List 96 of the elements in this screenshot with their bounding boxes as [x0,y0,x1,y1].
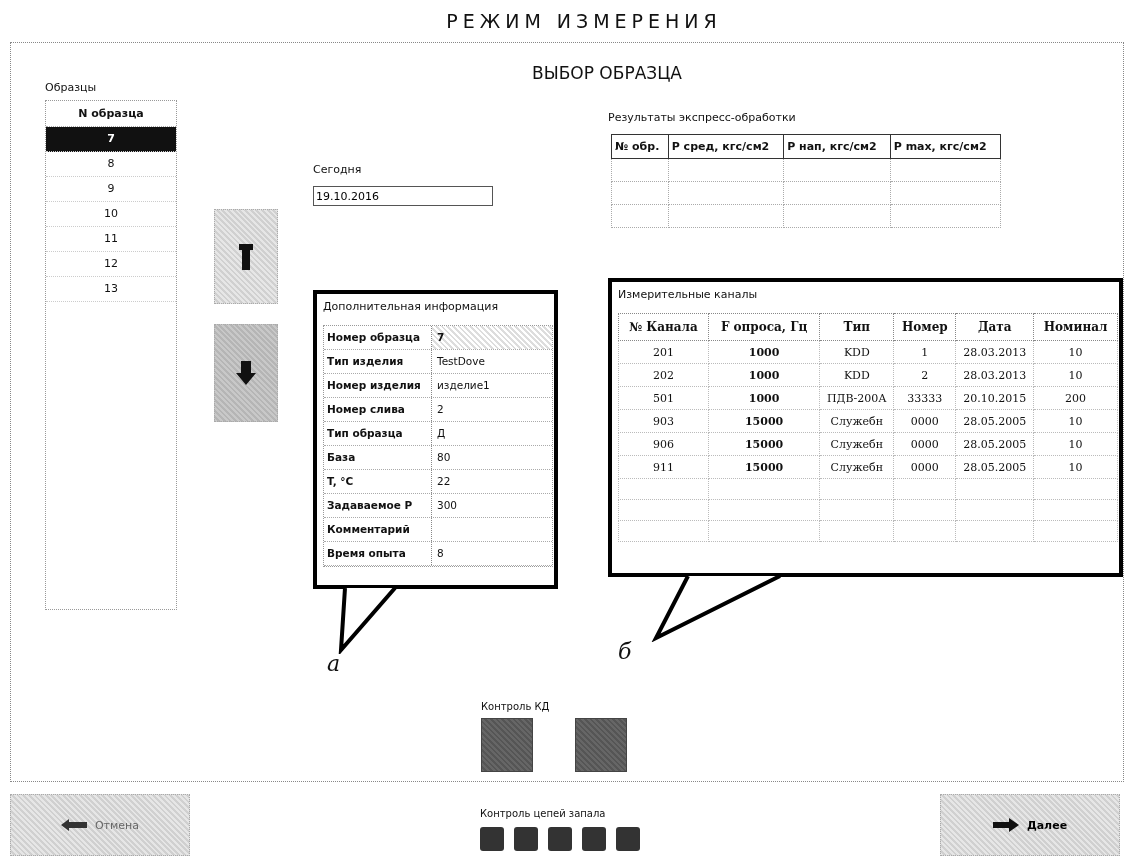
up-arrow-icon [237,241,255,272]
table-cell: Номер слива [324,398,432,421]
next-button[interactable]: Далее [940,794,1120,856]
sample-item[interactable]: 8 [46,152,176,177]
table-cell: Тип образца [324,422,432,445]
column-header: F опроса, Гц [708,313,820,341]
table-cell: Тип изделия [324,350,432,373]
table-cell: 911 [618,455,709,479]
table-cell-text: Д [436,426,447,441]
table-cell: 1000 [708,363,820,387]
column-header: № обр. [611,134,669,159]
table-cell: 1 [893,340,956,364]
table-cell: 28.05.2005 [955,409,1034,433]
table-cell-text: 80 [436,450,452,465]
sample-item[interactable]: 11 [46,227,176,252]
table-cell: 906 [618,432,709,456]
column-header: P нап, кгс/см2 [783,134,891,159]
table-cell: 10 [1033,409,1118,433]
table-cell: Время опыта [324,542,432,565]
table-cell: 10 [1033,340,1118,364]
table-cell: 10 [1033,455,1118,479]
table-cell: 2 [893,363,956,387]
column-header: Дата [955,313,1034,341]
column-header: Тип [819,313,894,341]
table-cell: 202 [618,363,709,387]
screen-title: ВЫБОР ОБРАЗЦА [531,62,683,85]
table-cell: 10 [1033,432,1118,456]
table-cell: 15000 [708,409,820,433]
table-cell: 903 [618,409,709,433]
indicator-light [616,827,640,851]
section-label: Контроль КД [481,701,551,712]
move-up-button[interactable] [214,209,278,304]
table-cell: KDD [819,363,894,387]
section-label: Контроль цепей запала [480,808,607,819]
table-cell: Служебн [819,455,894,479]
table-cell: 28.05.2005 [955,432,1034,456]
table-cell: Служебн [819,432,894,456]
column-header: P max, кгс/см2 [890,134,1001,159]
table-cell: Служебн [819,409,894,433]
table-cell: Комментарий [324,518,432,541]
indicator-light [582,827,606,851]
table-cell: База [324,446,432,469]
section-label: Результаты экспресс-обработки [608,111,797,124]
table-cell: 7 [432,326,552,349]
table-cell: 20.10.2015 [955,386,1034,410]
right-arrow-icon [992,818,1019,832]
field-label: Сегодня [313,163,363,176]
left-arrow-icon [60,819,87,831]
section-label: Дополнительная информация [323,300,500,313]
table-cell-text: 8 [436,546,445,561]
table-cell: 1000 [708,340,820,364]
indicator-light [548,827,572,851]
table-cell: 501 [618,386,709,410]
table-cell-text: изделие1 [436,378,491,393]
table-cell: Номер изделия [324,374,432,397]
date-field[interactable]: 19.10.2016 [313,186,493,206]
down-arrow-icon [235,359,257,387]
table-cell: 15000 [708,432,820,456]
sample-item[interactable]: 7 [46,127,176,152]
indicator-light [480,827,504,851]
table-cell: 200 [1033,386,1118,410]
table-cell: Задаваемое P [324,494,432,517]
table-cell: 28.03.2013 [955,363,1034,387]
table-cell: 201 [618,340,709,364]
table-cell-text: 300 [436,498,459,513]
app-title: РЕЖИМ ИЗМЕРЕНИЯ [445,9,723,34]
callout-letter: а [327,651,341,676]
table-cell: 0000 [893,455,956,479]
table-cell: 10 [1033,363,1118,387]
table-cell: 1000 [708,386,820,410]
table-cell: 33333 [893,386,956,410]
section-label: Измерительные каналы [618,288,759,301]
move-down-button[interactable] [214,324,278,422]
sample-item[interactable]: 9 [46,177,176,202]
sample-item[interactable]: 10 [46,202,176,227]
table-cell: KDD [819,340,894,364]
column-header: Номинал [1033,313,1118,341]
table-cell: T, °C [324,470,432,493]
table-cell: 0000 [893,409,956,433]
section-label: Образцы [45,81,98,96]
indicator-light [514,827,538,851]
sample-item[interactable]: 13 [46,277,176,302]
column-header: P сред, кгс/см2 [668,134,784,159]
column-header: № Канала [618,313,709,341]
table-cell: ПДВ-200А [819,386,894,410]
table-cell-text: 22 [436,474,452,489]
table-cell: 0000 [893,432,956,456]
sample-item[interactable]: 12 [46,252,176,277]
table-cell-text: TestDove [436,354,486,369]
cancel-button[interactable]: Отмена [10,794,190,856]
table-cell-text: 2 [436,402,445,417]
column-header: Номер [893,313,956,341]
table-cell: 28.05.2005 [955,455,1034,479]
table-cell: 28.03.2013 [955,340,1034,364]
callout-letter: б [618,639,632,664]
table-cell: 15000 [708,455,820,479]
